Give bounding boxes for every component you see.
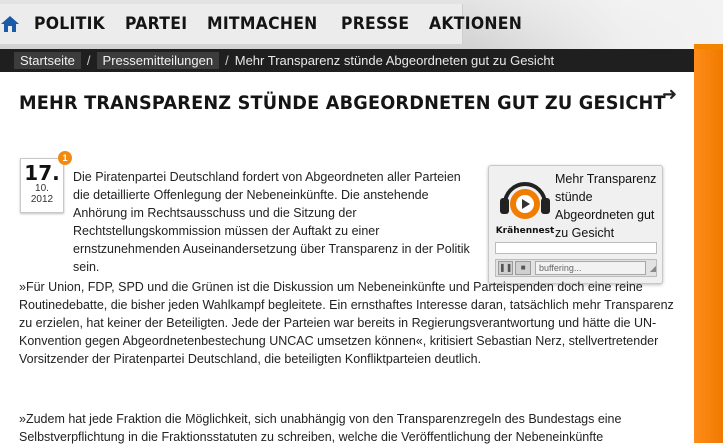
breadcrumb-separator: /	[86, 53, 91, 68]
stop-icon[interactable]: ■	[515, 261, 531, 275]
breadcrumb-home-link[interactable]: Startseite	[14, 52, 81, 69]
player-title: Mehr Transparenz stünde Abgeordneten gut…	[555, 172, 657, 240]
accent-strip-side	[694, 49, 723, 443]
krähennest-logo: Krähennest	[496, 182, 555, 236]
date-month: 10.	[35, 183, 49, 194]
article-paragraph: Die Piratenpartei Deutschland fordert vo…	[73, 170, 470, 274]
home-icon	[1, 16, 19, 32]
audio-player: Krähennest Mehr Transparenz stünde Abgeo…	[488, 165, 663, 284]
page-title: MEHR TRANSPARENZ STÜNDE ABGEORDNETEN GUT…	[19, 92, 666, 114]
resize-handle-icon[interactable]: ◢	[650, 264, 656, 273]
nav-item-aktionen[interactable]: AKTIONEN	[429, 14, 522, 34]
nav-item-politik[interactable]: POLITIK	[34, 14, 105, 34]
main-navigation: POLITIK PARTEI MITMACHEN PRESSE AKTIONEN	[0, 4, 522, 44]
article-paragraph: »Zudem hat jede Fraktion die Möglichkeit…	[19, 412, 622, 444]
progress-bar[interactable]	[495, 242, 657, 254]
home-button[interactable]	[0, 4, 20, 44]
player-controls: ❚❚ ■ buffering... ◢	[495, 259, 657, 277]
logo-text: Krähennest	[496, 226, 555, 236]
nav-item-partei[interactable]: PARTEI	[125, 14, 187, 34]
breadcrumb-separator: /	[225, 53, 229, 68]
breadcrumb: Startseite / Pressemitteilungen / Mehr T…	[0, 49, 694, 72]
arrow-right-icon[interactable]: ➜	[662, 84, 677, 105]
comment-count-badge[interactable]: 1	[58, 151, 72, 165]
pause-icon[interactable]: ❚❚	[498, 261, 514, 275]
breadcrumb-section-link[interactable]: Pressemitteilungen	[96, 52, 220, 69]
date-badge: 17. 10. 2012	[20, 158, 64, 213]
date-year: 2012	[30, 194, 54, 205]
nav-item-mitmachen[interactable]: MITMACHEN	[207, 14, 318, 34]
article-paragraph: »Für Union, FDP, SPD und die Grünen ist …	[19, 280, 674, 366]
nav-item-presse[interactable]: PRESSE	[341, 14, 409, 34]
breadcrumb-current: Mehr Transparenz stünde Abgeordneten gut…	[234, 53, 555, 68]
player-status: buffering...	[534, 261, 646, 275]
date-day: 17.	[24, 161, 60, 185]
